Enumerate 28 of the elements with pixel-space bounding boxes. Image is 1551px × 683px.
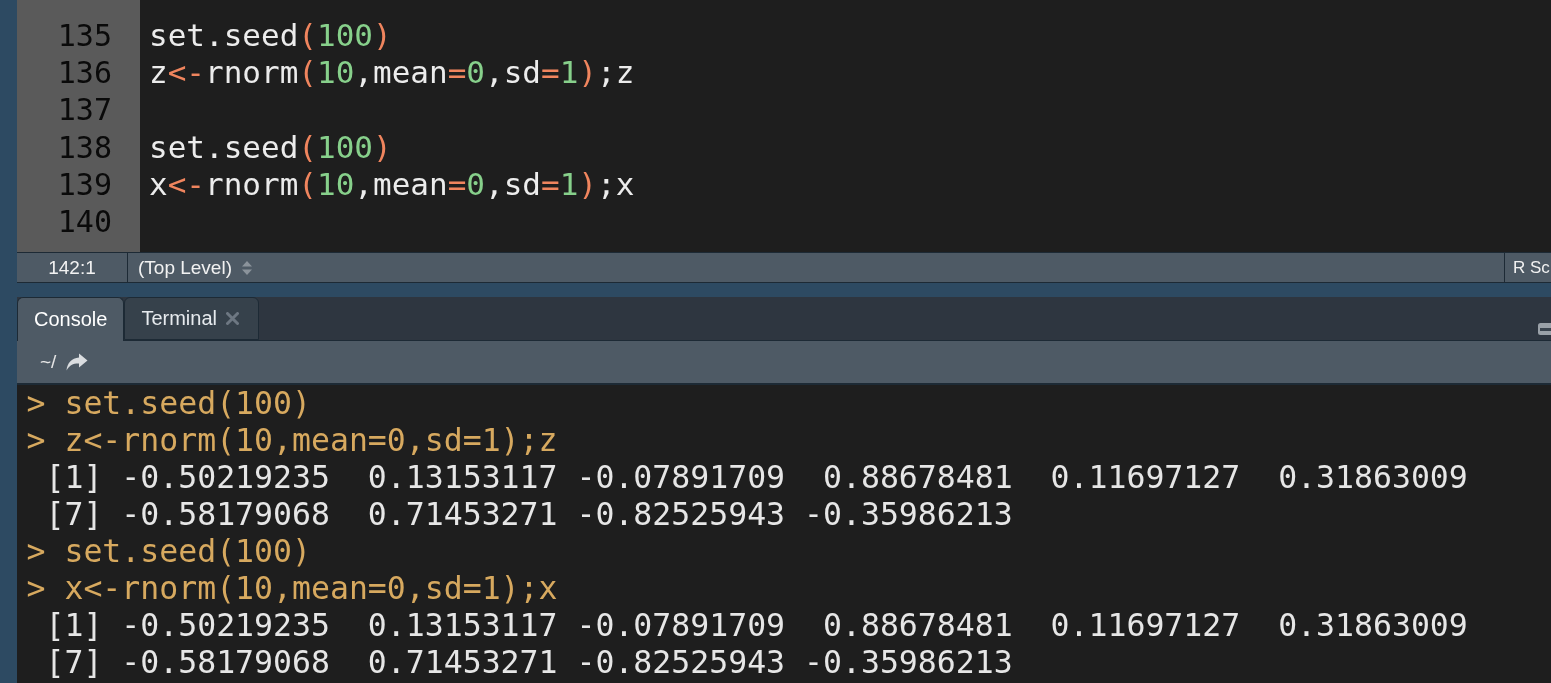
code-line: x<-rnorm(10,mean=0,sd=1);x	[149, 165, 635, 203]
console-line: > set.seed(100)	[26, 533, 311, 570]
line-number: 139	[57, 165, 112, 203]
curved-arrow-icon[interactable]	[66, 353, 89, 371]
line-number: 135	[57, 17, 112, 55]
code-line: z<-rnorm(10,mean=0,sd=1);z	[149, 54, 635, 92]
line-number: 136	[57, 54, 112, 92]
console-line: > set.seed(100)	[26, 385, 311, 422]
console-line: > z<-rnorm(10,mean=0,sd=1);z	[26, 422, 558, 459]
line-number: 140	[57, 202, 112, 241]
file-type-menu[interactable]: R Sc	[1513, 256, 1550, 279]
console-line: [1] -0.50219235 0.13153117 -0.07891709 0.88678481 0.11697127 0.31863009	[45, 459, 1468, 496]
close-icon[interactable]	[225, 312, 239, 325]
console-line: [7] -0.58179068 0.71453271 -0.82525943 -0.35986213	[45, 644, 1013, 681]
minimize-icon[interactable]	[1538, 323, 1551, 335]
console-line: > x<-rnorm(10,mean=0,sd=1);x	[26, 570, 558, 607]
code-line: set.seed(100)	[149, 128, 392, 166]
cursor-position: 142:1	[48, 256, 96, 279]
scope-dropdown[interactable]: (Top Level)	[138, 256, 253, 279]
pane-tab[interactable]: Terminal	[124, 297, 259, 340]
console-line: [7] -0.58179068 0.71453271 -0.82525943 -0.35986213	[45, 496, 1013, 533]
code-line: set.seed(100)	[149, 17, 392, 55]
line-number: 137	[57, 91, 112, 129]
line-number: 138	[57, 128, 112, 166]
working-directory-path: ~/	[40, 351, 57, 373]
updown-caret-icon	[241, 259, 253, 276]
console-line: [1] -0.50219235 0.13153117 -0.07891709 0.88678481 0.11697127 0.31863009	[45, 607, 1468, 644]
pane-tab[interactable]: Console	[17, 297, 125, 341]
